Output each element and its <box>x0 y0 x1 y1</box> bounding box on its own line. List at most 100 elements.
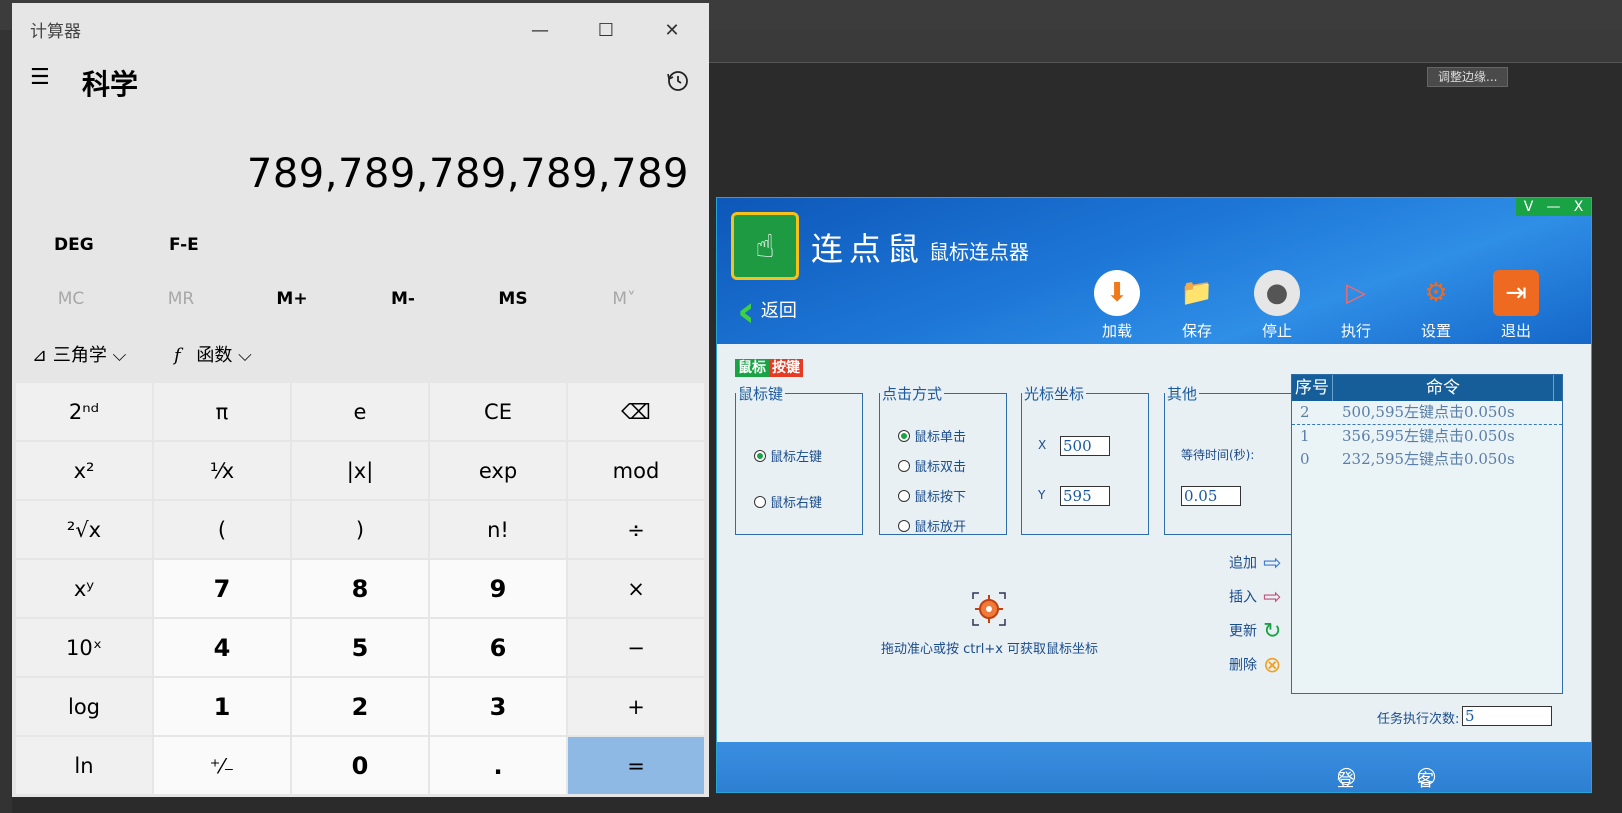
menu-icon[interactable]: ☰ <box>30 65 50 90</box>
update-button[interactable]: 更新 ↻ <box>1229 619 1281 644</box>
exit-button[interactable]: ⇥ 退出 <box>1486 270 1546 341</box>
stop-icon: ● <box>1254 270 1300 316</box>
decimal-button[interactable]: . <box>430 737 566 794</box>
subtract-button[interactable]: − <box>568 619 704 676</box>
add-button[interactable]: + <box>568 678 704 735</box>
mouse-tab[interactable]: 鼠标 <box>735 359 769 377</box>
negate-button[interactable]: ⁺⁄₋ <box>154 737 290 794</box>
clear-entry-button[interactable]: CE <box>430 383 566 440</box>
col-index: 序号 <box>1292 375 1333 401</box>
history-icon[interactable] <box>666 69 690 99</box>
list-item[interactable]: 2 500,595左键点击0.050s <box>1292 401 1562 425</box>
digit-5-button[interactable]: 5 <box>292 619 428 676</box>
background-toolbar: 调整边缘... <box>700 30 1622 87</box>
list-item[interactable]: 0 232,595左键点击0.050s <box>1292 448 1562 471</box>
e-button[interactable]: e <box>292 383 428 440</box>
abs-button[interactable]: |x| <box>292 442 428 499</box>
back-button[interactable]: ‹ 返回 <box>737 286 797 337</box>
repeat-count-row: 任务执行次数: <box>1377 708 1459 727</box>
app-logo-icon: ☝ <box>731 212 799 280</box>
delete-button[interactable]: 删除 ⊗ <box>1229 653 1281 678</box>
release-radio[interactable]: 鼠标放开 <box>898 516 966 535</box>
digit-3-button[interactable]: 3 <box>430 678 566 735</box>
digit-7-button[interactable]: 7 <box>154 560 290 617</box>
power-button[interactable]: xʸ <box>16 560 152 617</box>
digit-8-button[interactable]: 8 <box>292 560 428 617</box>
exp-button[interactable]: exp <box>430 442 566 499</box>
save-button[interactable]: 📁 保存 <box>1167 270 1227 341</box>
left-button-radio[interactable]: 鼠标左键 <box>754 446 822 465</box>
memory-add-button[interactable]: M+ <box>235 289 349 309</box>
list-item[interactable]: 1 356,595左键点击0.050s <box>1292 425 1562 448</box>
digit-1-button[interactable]: 1 <box>154 678 290 735</box>
angle-unit-button[interactable]: DEG <box>54 235 94 255</box>
single-click-radio[interactable]: 鼠标单击 <box>898 426 966 445</box>
factorial-button[interactable]: n! <box>430 501 566 558</box>
y-input[interactable]: 595 <box>1060 486 1110 506</box>
x-input[interactable]: 500 <box>1060 436 1110 456</box>
mod-button[interactable]: mod <box>568 442 704 499</box>
arrow-right-icon: ⇨ <box>1263 585 1282 610</box>
memory-recall-button[interactable]: MR <box>124 289 238 309</box>
backspace-button[interactable]: ⌫ <box>568 383 704 440</box>
delete-icon: ⊗ <box>1263 653 1282 678</box>
memory-clear-button[interactable]: MC <box>14 289 128 309</box>
trig-dropdown[interactable]: ⊿ 三角学 ⌵ <box>32 341 126 367</box>
insert-button[interactable]: 插入 ⇨ <box>1229 585 1281 610</box>
memory-list-button[interactable]: M˅ <box>567 289 681 309</box>
memory-store-button[interactable]: MS <box>456 289 570 309</box>
mouse-key-legend: 鼠标键 <box>738 385 784 403</box>
multiply-button[interactable]: × <box>568 560 704 617</box>
digit-4-button[interactable]: 4 <box>154 619 290 676</box>
digit-0-button[interactable]: 0 <box>292 737 428 794</box>
crosshair-hint: 拖动准心或按 ctrl+x 可获取鼠标坐标 <box>881 642 1099 657</box>
save-label: 保存 <box>1181 322 1212 340</box>
digit-2-button[interactable]: 2 <box>292 678 428 735</box>
close-button[interactable]: X <box>1566 198 1591 216</box>
stop-button[interactable]: ● 停止 <box>1247 270 1307 341</box>
function-dropdown[interactable]: f 函数 ⌵ <box>174 341 252 367</box>
reciprocal-button[interactable]: ¹⁄x <box>154 442 290 499</box>
crosshair-icon[interactable] <box>971 591 1007 627</box>
divide-button[interactable]: ÷ <box>568 501 704 558</box>
cursor-coord-group: 光标坐标 X 500 Y 595 <box>1021 383 1149 535</box>
ln-button[interactable]: ln <box>16 737 152 794</box>
square-button[interactable]: x² <box>16 442 152 499</box>
equals-button[interactable]: = <box>568 737 704 794</box>
digit-9-button[interactable]: 9 <box>430 560 566 617</box>
press-radio[interactable]: 鼠标按下 <box>898 486 966 505</box>
app-title: 连点鼠 <box>811 230 926 268</box>
fe-button[interactable]: F-E <box>169 235 199 255</box>
minimize-icon[interactable]: — <box>518 11 562 51</box>
command-list[interactable]: 序号 命令 2 500,595左键点击0.050s 1 356,595左键点击0… <box>1291 374 1563 694</box>
other-legend: 其他 <box>1167 385 1198 403</box>
run-label: 执行 <box>1340 322 1371 340</box>
double-click-radio[interactable]: 鼠标双击 <box>898 456 966 475</box>
settings-button[interactable]: ⚙ 设置 <box>1406 270 1466 341</box>
open-paren-button[interactable]: ( <box>154 501 290 558</box>
run-button[interactable]: ▷ 执行 <box>1326 270 1386 341</box>
log-button[interactable]: log <box>16 678 152 735</box>
close-icon[interactable]: ✕ <box>650 11 694 51</box>
clicker-footer: ◯ 登录 ◯ 客服 <box>717 742 1591 792</box>
sqrt-button[interactable]: ²√x <box>16 501 152 558</box>
ten-power-button[interactable]: 10ˣ <box>16 619 152 676</box>
append-button[interactable]: 追加 ⇨ <box>1229 551 1281 576</box>
wait-input[interactable]: 0.05 <box>1181 486 1241 506</box>
key-tab[interactable]: 按键 <box>769 359 803 377</box>
maximize-icon[interactable]: ☐ <box>584 11 628 51</box>
minimize-button[interactable]: — <box>1541 198 1566 216</box>
load-button[interactable]: ⬇ 加载 <box>1087 270 1147 341</box>
refine-edge-button[interactable]: 调整边缘... <box>1427 67 1509 87</box>
pi-button[interactable]: π <box>154 383 290 440</box>
right-button-radio[interactable]: 鼠标右键 <box>754 492 822 511</box>
exit-label: 退出 <box>1500 322 1531 340</box>
close-paren-button[interactable]: ) <box>292 501 428 558</box>
repeat-count-input[interactable]: 5 <box>1462 706 1552 726</box>
memory-subtract-button[interactable]: M- <box>346 289 460 309</box>
digit-6-button[interactable]: 6 <box>430 619 566 676</box>
second-button[interactable]: 2ⁿᵈ <box>16 383 152 440</box>
function-icon: f <box>174 345 181 366</box>
skin-button[interactable]: V <box>1516 198 1541 216</box>
mouse-key-group: 鼠标键 鼠标左键 鼠标右键 <box>735 383 863 535</box>
